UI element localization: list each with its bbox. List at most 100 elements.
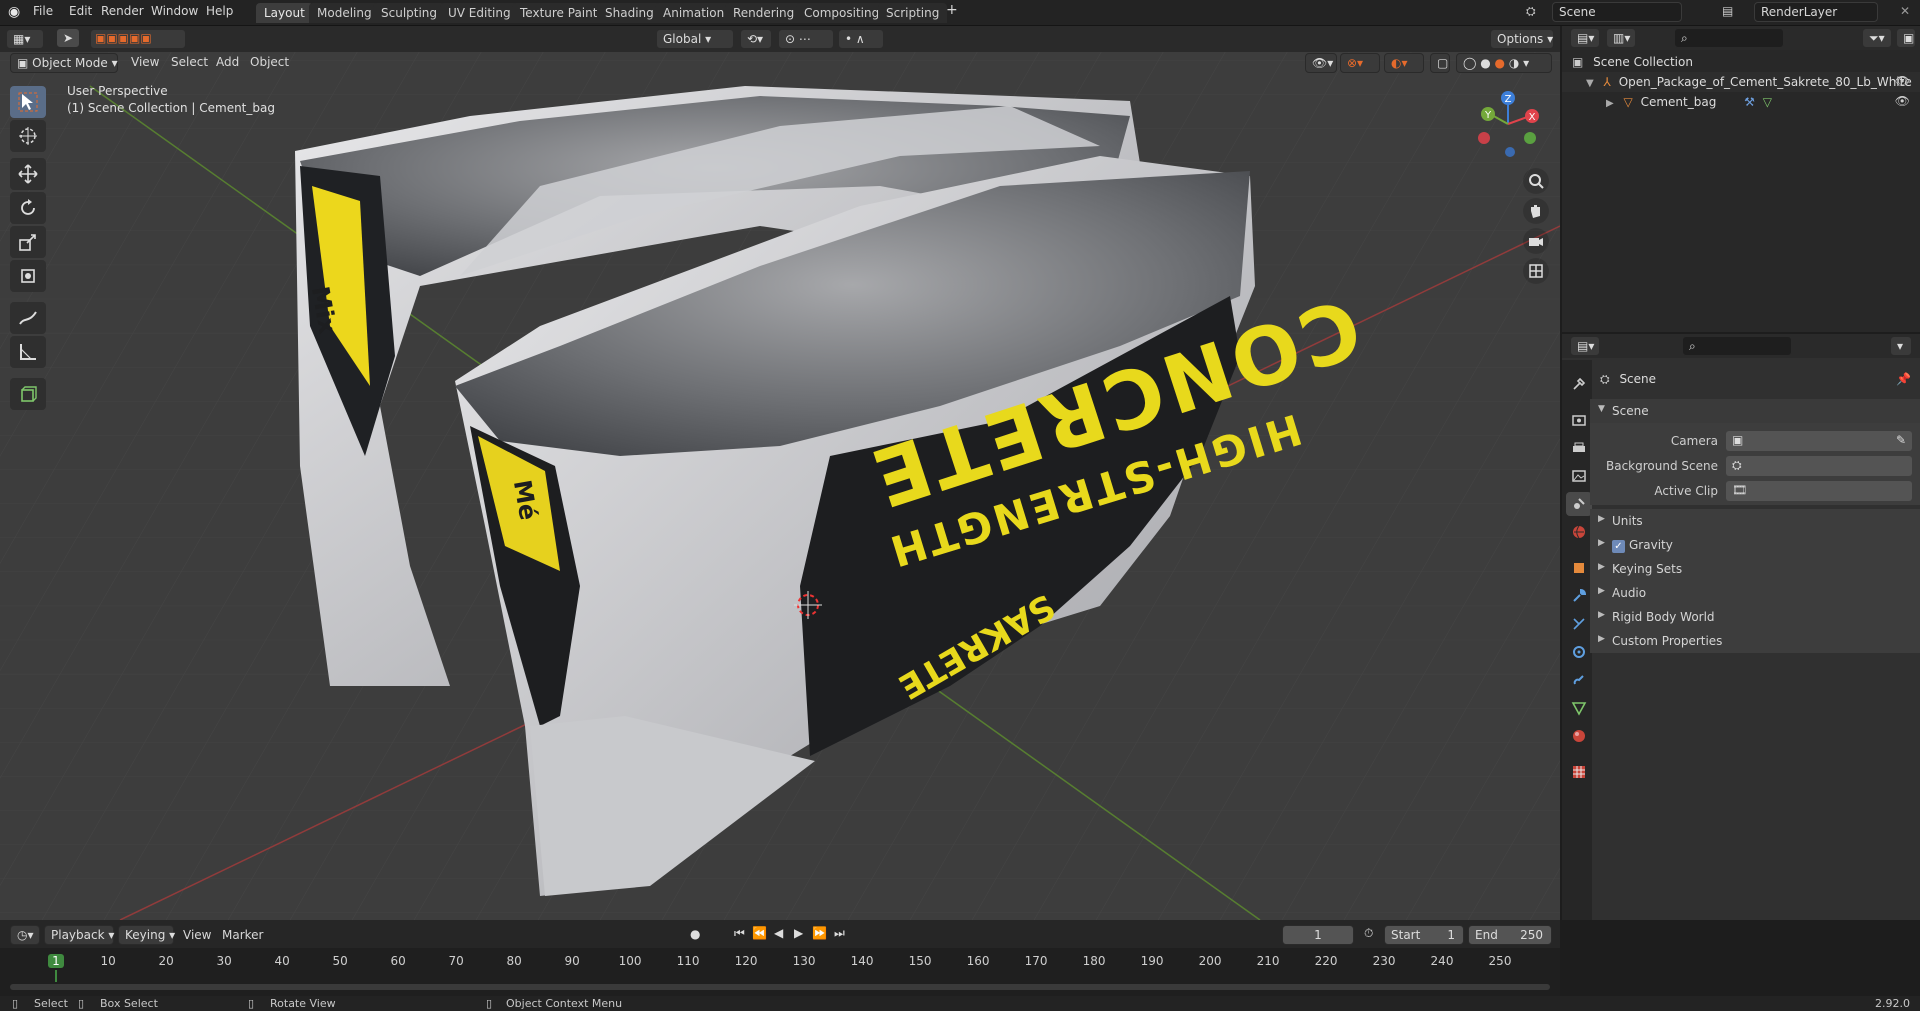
- tab-data[interactable]: [1566, 696, 1592, 720]
- eye-icon[interactable]: 👁: [1895, 94, 1910, 108]
- menu-select[interactable]: Select: [171, 55, 208, 69]
- mode-select[interactable]: ▣ Object Mode ▾: [10, 53, 118, 73]
- xray-toggle[interactable]: ▢: [1430, 53, 1450, 73]
- keying-sets-panel[interactable]: ▶ Keying Sets: [1590, 557, 1920, 581]
- jump-start-button[interactable]: ⏮: [734, 926, 745, 941]
- play-reverse-button[interactable]: ◀: [774, 926, 783, 940]
- 3d-viewport[interactable]: CONCRETE HIGH-STRENGTH SAKRETE Mix Mé Us…: [0, 26, 1560, 920]
- pan-button[interactable]: [1523, 198, 1549, 224]
- tab-rendering[interactable]: Rendering: [725, 3, 803, 23]
- tab-uv-editing[interactable]: UV Editing: [440, 3, 519, 23]
- tab-sculpting[interactable]: Sculpting: [373, 3, 446, 23]
- overlay-toggle[interactable]: ◐▾: [1384, 53, 1424, 73]
- options-dropdown[interactable]: Options ▾: [1490, 29, 1554, 49]
- menu-view[interactable]: View: [131, 55, 159, 69]
- outliner-filter-button[interactable]: ⏷▾: [1862, 28, 1892, 48]
- zoom-button[interactable]: [1523, 168, 1549, 194]
- camera-field[interactable]: ▣ ✎: [1726, 431, 1912, 451]
- timeline-marker-menu[interactable]: Marker: [222, 928, 263, 942]
- tool-add-cube[interactable]: [10, 378, 46, 410]
- timeline-editor-type[interactable]: ◷▾: [10, 925, 40, 945]
- outliner-row-cement-bag[interactable]: ▶ ▽ Cement_bag ⚒ ▽ 👁: [1562, 92, 1920, 112]
- close-icon[interactable]: ✕: [1900, 4, 1910, 18]
- start-frame-field[interactable]: Start 1: [1384, 925, 1464, 945]
- scene-panel-header[interactable]: ▼ Scene: [1590, 399, 1920, 423]
- snap-toggle[interactable]: ⊙ ⋯: [778, 29, 834, 49]
- view-layer-icon[interactable]: ▤: [1722, 4, 1733, 18]
- new-collection-button[interactable]: ▣: [1896, 28, 1916, 48]
- proportional-edit-toggle[interactable]: • ∧: [838, 29, 884, 49]
- tab-material[interactable]: [1566, 724, 1592, 748]
- blender-logo-icon[interactable]: ◉: [8, 4, 20, 20]
- transform-orientation-select[interactable]: Global ▾: [656, 29, 734, 49]
- outliner-row-root[interactable]: ▣ Scene Collection: [1562, 52, 1920, 72]
- shading-modes[interactable]: ◯ ● ● ◑ ▾: [1456, 53, 1552, 73]
- camera-view-button[interactable]: [1523, 228, 1549, 254]
- active-clip-field[interactable]: 🎞: [1726, 481, 1912, 501]
- background-scene-field[interactable]: ⛭: [1726, 456, 1912, 476]
- tab-particles[interactable]: [1566, 612, 1592, 636]
- navigation-gizmo[interactable]: Z X Y: [1470, 88, 1550, 168]
- menu-edit[interactable]: Edit: [69, 4, 92, 18]
- menu-file[interactable]: File: [33, 4, 53, 18]
- visibility-toggle[interactable]: 👁▾: [1305, 53, 1337, 73]
- jump-keyframe-forward-button[interactable]: ⏩: [812, 926, 827, 940]
- tab-animation[interactable]: Animation: [655, 3, 733, 23]
- tab-world[interactable]: [1566, 520, 1592, 544]
- tool-scale[interactable]: [10, 226, 46, 258]
- outliner-display-mode[interactable]: ▥▾: [1606, 28, 1636, 48]
- modifier-wrench-icon[interactable]: ⚒: [1744, 95, 1755, 109]
- rigid-body-world-panel[interactable]: ▶ Rigid Body World: [1590, 605, 1920, 629]
- playback-menu[interactable]: Playback ▾: [44, 925, 114, 945]
- tab-texture-paint[interactable]: Texture Paint: [512, 3, 606, 23]
- tab-texture[interactable]: [1566, 760, 1592, 784]
- tab-scripting[interactable]: Scripting: [878, 3, 948, 23]
- tool-annotate[interactable]: [10, 302, 46, 334]
- view-layer-field[interactable]: RenderLayer: [1754, 2, 1878, 22]
- scene-icon[interactable]: ⛭: [1526, 4, 1536, 19]
- gravity-checkbox[interactable]: ✓: [1612, 540, 1625, 553]
- tool-move[interactable]: [10, 158, 46, 190]
- gizmo-toggle[interactable]: ⊗▾: [1340, 53, 1380, 73]
- properties-search-input[interactable]: ⌕: [1682, 336, 1792, 356]
- tab-constraints[interactable]: [1566, 668, 1592, 692]
- tab-modifiers[interactable]: [1566, 584, 1592, 608]
- tab-modeling[interactable]: Modeling: [309, 3, 380, 23]
- tab-scene[interactable]: [1566, 492, 1592, 516]
- expand-arrow-icon[interactable]: ▶: [1606, 98, 1614, 109]
- eye-icon[interactable]: 👁: [1895, 74, 1910, 88]
- playhead[interactable]: [55, 970, 57, 982]
- tab-compositing[interactable]: Compositing: [796, 3, 888, 23]
- ortho-toggle-button[interactable]: [1523, 258, 1549, 284]
- outliner-editor-type[interactable]: ▤▾: [1570, 28, 1600, 48]
- tool-rotate[interactable]: [10, 192, 46, 224]
- timeline-view-menu[interactable]: View: [183, 928, 211, 942]
- timeline-scrollbar[interactable]: [10, 984, 1550, 990]
- menu-window[interactable]: Window: [151, 4, 198, 18]
- tab-physics[interactable]: [1566, 640, 1592, 664]
- stopwatch-icon[interactable]: ⏱: [1364, 926, 1373, 941]
- play-button[interactable]: ▶: [794, 926, 803, 940]
- menu-render[interactable]: Render: [101, 4, 144, 18]
- tab-shading[interactable]: Shading: [597, 3, 662, 23]
- tool-transform[interactable]: [10, 260, 46, 292]
- eyedropper-icon[interactable]: ✎: [1896, 433, 1906, 447]
- properties-editor-type[interactable]: ▤▾: [1570, 336, 1600, 356]
- pin-icon[interactable]: 📌: [1896, 372, 1911, 386]
- expand-arrow-icon[interactable]: ▼: [1586, 78, 1594, 89]
- end-frame-field[interactable]: End 250: [1468, 925, 1552, 945]
- tab-view-layer[interactable]: [1566, 464, 1592, 488]
- audio-panel[interactable]: ▶ Audio: [1590, 581, 1920, 605]
- scene-name-field[interactable]: Scene: [1552, 2, 1682, 22]
- tab-object[interactable]: [1566, 556, 1592, 580]
- current-frame-field[interactable]: 1: [1282, 925, 1354, 945]
- mesh-data-icon[interactable]: ▽: [1763, 95, 1772, 109]
- record-button[interactable]: ●: [690, 927, 700, 941]
- menu-add[interactable]: Add: [216, 55, 239, 69]
- tab-tool[interactable]: [1566, 372, 1592, 396]
- units-panel[interactable]: ▶ Units: [1590, 509, 1920, 533]
- properties-options[interactable]: ▾: [1890, 336, 1912, 356]
- selection-modes[interactable]: ▣▣▣▣▣: [90, 29, 186, 49]
- tab-render[interactable]: [1566, 408, 1592, 432]
- tool-cursor[interactable]: [10, 120, 46, 152]
